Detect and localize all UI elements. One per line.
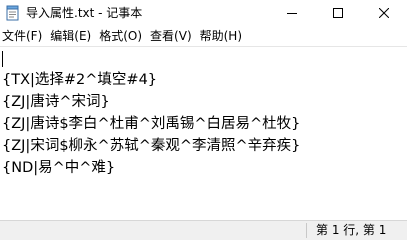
title-bar[interactable]: 导入属性.txt - 记事本 [0,0,407,26]
menu-file[interactable]: 文件(F) [0,26,47,46]
notepad-icon [6,5,19,21]
editor-line[interactable]: {ZJ|宋词$柳永^苏轼^秦观^李清照^辛弃疾} [2,135,300,157]
menu-bar: 文件(F) 编辑(E) 格式(O) 查看(V) 帮助(H) [0,26,407,46]
maximize-button[interactable] [315,0,361,26]
text-editor[interactable]: {TX|选择#2^填空#4} {ZJ|唐诗^宋词} {ZJ|唐诗$李白^杜甫^刘… [0,46,407,221]
menu-edit[interactable]: 编辑(E) [47,26,96,46]
minimize-icon [287,13,297,14]
minimize-button[interactable] [269,0,315,26]
text-caret [2,51,3,67]
editor-line[interactable]: {ZJ|唐诗^宋词} [2,91,300,113]
menu-view[interactable]: 查看(V) [147,26,197,46]
window-title: 导入属性.txt - 记事本 [26,6,143,20]
close-button[interactable] [361,0,407,26]
cursor-position: 第 1 行, 第 1 [316,223,387,237]
editor-line[interactable]: {ZJ|唐诗$李白^杜甫^刘禹锡^白居易^杜牧} [2,113,300,135]
close-icon [379,8,389,18]
status-bar: 第 1 行, 第 1 [0,220,407,240]
editor-line[interactable]: {ND|易^中^难} [2,157,300,179]
notepad-window: 导入属性.txt - 记事本 文件(F) 编辑(E) 格式(O) 查看(V) 帮… [0,0,407,240]
menu-help[interactable]: 帮助(H) [197,26,247,46]
editor-line[interactable]: {TX|选择#2^填空#4} [2,69,300,91]
editor-lines: {TX|选择#2^填空#4} {ZJ|唐诗^宋词} {ZJ|唐诗$李白^杜甫^刘… [2,69,300,179]
status-divider [306,223,307,238]
menu-format[interactable]: 格式(O) [96,26,147,46]
maximize-icon [333,8,343,18]
